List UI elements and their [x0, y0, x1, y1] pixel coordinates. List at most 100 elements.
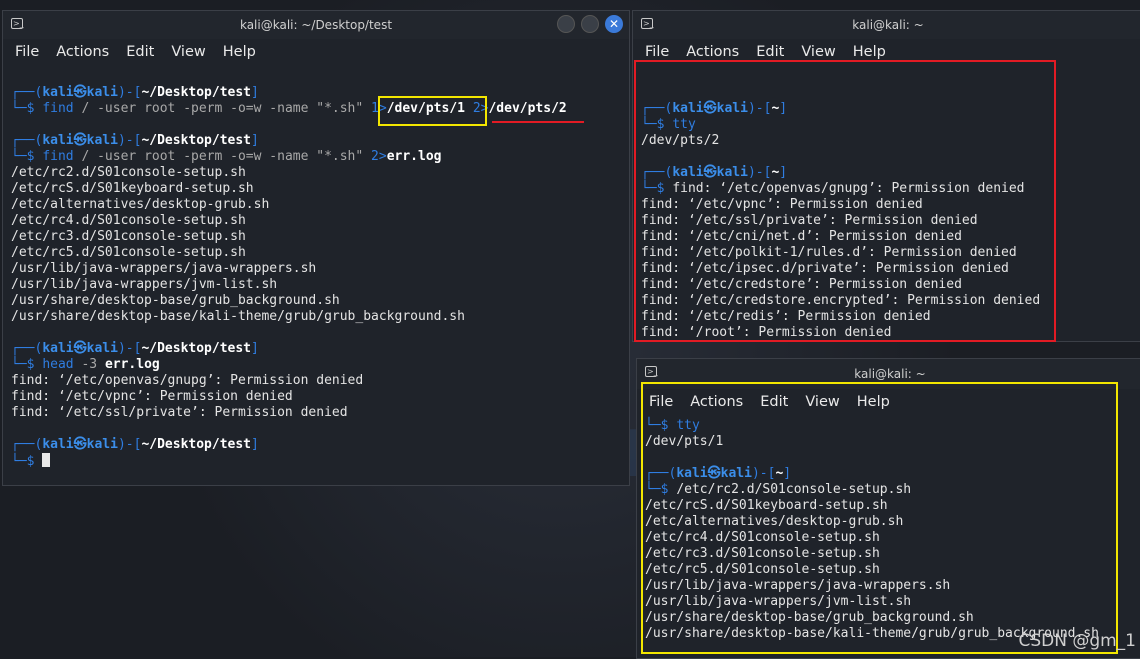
- prompt-corner: └─: [11, 149, 27, 164]
- terminal-line: find: ‘/etc/vpnc’: Permission denied: [11, 389, 625, 405]
- prompt-bracket: ]: [251, 341, 259, 356]
- highlight-box-pts2-window: [634, 60, 1056, 342]
- menu-edit[interactable]: Edit: [756, 44, 784, 60]
- minimize-button[interactable]: [557, 15, 575, 33]
- highlight-box-pts1-window: [641, 382, 1118, 654]
- titlebar[interactable]: >_ kali@kali: ~: [633, 11, 1140, 39]
- redirect-fd: 2>: [371, 149, 387, 164]
- output-line: /etc/rc2.d/S01console-setup.sh: [11, 165, 246, 180]
- terminal-line: /usr/share/desktop-base/kali-theme/grub/…: [11, 309, 625, 325]
- prompt-host: kali: [86, 341, 118, 356]
- prompt-at-icon: ㉿: [73, 133, 87, 148]
- prompt-bracket: )-[: [117, 85, 142, 100]
- redirect-target: /dev/pts/2: [488, 101, 567, 116]
- command: find: [42, 149, 74, 164]
- output-line: find: ‘/etc/openvas/gnupg’: Permission d…: [11, 373, 364, 388]
- menu-file[interactable]: File: [15, 44, 39, 60]
- terminal-line: /etc/rc3.d/S01console-setup.sh: [11, 229, 625, 245]
- output-line: /usr/lib/java-wrappers/jvm-list.sh: [11, 277, 278, 292]
- terminal-line: /etc/rcS.d/S01keyboard-setup.sh: [11, 181, 625, 197]
- menu-help[interactable]: Help: [853, 44, 886, 60]
- terminal-line: /usr/lib/java-wrappers/jvm-list.sh: [11, 277, 625, 293]
- output-line: /etc/rc3.d/S01console-setup.sh: [11, 229, 246, 244]
- terminal-line: find: ‘/etc/ssl/private’: Permission den…: [11, 405, 625, 421]
- prompt-host: kali: [86, 85, 118, 100]
- output-line: /etc/rcS.d/S01keyboard-setup.sh: [11, 181, 254, 196]
- prompt-at-icon: ㉿: [73, 341, 87, 356]
- output-line: /etc/rc4.d/S01console-setup.sh: [11, 213, 246, 228]
- prompt-corner: └─: [11, 101, 27, 116]
- titlebar[interactable]: >_ kali@kali: ~/Desktop/test ✕: [3, 11, 629, 39]
- prompt-user: kali: [42, 133, 74, 148]
- command-arg-file: err.log: [104, 357, 160, 372]
- prompt-corner: └─: [11, 357, 27, 372]
- prompt-bracket: ┌──(: [11, 133, 43, 148]
- terminal-icon: >_: [11, 18, 24, 29]
- prompt-bracket: )-[: [117, 133, 142, 148]
- prompt-dollar: $: [26, 149, 43, 164]
- terminal-line: /etc/rc4.d/S01console-setup.sh: [11, 213, 625, 229]
- menu-actions[interactable]: Actions: [56, 44, 109, 60]
- prompt-cwd: ~/Desktop/test: [141, 133, 252, 148]
- menu-bar: File Actions Edit View Help: [3, 41, 629, 63]
- terminal-line: ┌──(kali㉿kali)-[~/Desktop/test]: [11, 341, 625, 357]
- command: head: [42, 357, 74, 372]
- output-line: find: ‘/etc/vpnc’: Permission denied: [11, 389, 293, 404]
- prompt-bracket: ┌──(: [11, 341, 43, 356]
- terminal-line: ┌──(kali㉿kali)-[~/Desktop/test]: [11, 437, 625, 453]
- output-line: /usr/share/desktop-base/grub_background.…: [11, 293, 340, 308]
- window-title: kali@kali: ~: [852, 18, 924, 32]
- menu-help[interactable]: Help: [223, 44, 256, 60]
- output-line: /etc/alternatives/desktop-grub.sh: [11, 197, 270, 212]
- terminal-output[interactable]: ┌──(kali㉿kali)-[~/Desktop/test] └─$ find …: [11, 85, 625, 469]
- close-button[interactable]: ✕: [605, 15, 623, 33]
- terminal-line: find: ‘/etc/openvas/gnupg’: Permission d…: [11, 373, 625, 389]
- prompt-at-icon: ㉿: [73, 85, 87, 100]
- output-line: /usr/lib/java-wrappers/java-wrappers.sh: [11, 261, 317, 276]
- prompt-dollar: $: [26, 101, 43, 116]
- prompt-cwd: ~/Desktop/test: [141, 437, 252, 452]
- command: find: [42, 101, 74, 116]
- terminal-line: └─$ head -3 err.log: [11, 357, 625, 373]
- terminal-line: /etc/rc2.d/S01console-setup.sh: [11, 165, 625, 181]
- prompt-cwd: ~/Desktop/test: [141, 341, 252, 356]
- prompt-dollar: $: [26, 357, 43, 372]
- prompt-at-icon: ㉿: [73, 437, 87, 452]
- terminal-line: /usr/lib/java-wrappers/java-wrappers.sh: [11, 261, 625, 277]
- terminal-icon: >_: [641, 18, 654, 29]
- maximize-button[interactable]: [581, 15, 599, 33]
- output-line: /usr/share/desktop-base/kali-theme/grub/…: [11, 309, 465, 324]
- menu-actions[interactable]: Actions: [686, 44, 739, 60]
- csdn-watermark: CSDN @gm_1: [1018, 631, 1136, 651]
- prompt-bracket: )-[: [117, 437, 142, 452]
- window-title: kali@kali: ~: [854, 367, 926, 381]
- prompt-bracket: ┌──(: [11, 437, 43, 452]
- redirect-target: err.log: [386, 149, 442, 164]
- prompt-bracket: ┌──(: [11, 85, 43, 100]
- terminal-line: /etc/alternatives/desktop-grub.sh: [11, 197, 625, 213]
- command-args: / -user root -perm -o=w -name "*.sh": [73, 101, 372, 116]
- command-args: -3: [73, 357, 105, 372]
- output-line: /etc/rc5.d/S01console-setup.sh: [11, 245, 246, 260]
- prompt-bracket: ]: [251, 85, 259, 100]
- menu-view[interactable]: View: [171, 44, 205, 60]
- prompt-user: kali: [42, 437, 74, 452]
- menu-file[interactable]: File: [645, 44, 669, 60]
- prompt-corner: └─: [11, 454, 27, 469]
- prompt-host: kali: [86, 133, 118, 148]
- menu-edit[interactable]: Edit: [126, 44, 154, 60]
- prompt-bracket: )-[: [117, 341, 142, 356]
- prompt-cwd: ~/Desktop/test: [141, 85, 252, 100]
- menu-view[interactable]: View: [801, 44, 835, 60]
- text-cursor: [42, 453, 51, 467]
- output-line: find: ‘/etc/ssl/private’: Permission den…: [11, 405, 348, 420]
- prompt-host: kali: [86, 437, 118, 452]
- terminal-window-left[interactable]: >_ kali@kali: ~/Desktop/test ✕ File Acti…: [2, 10, 630, 486]
- terminal-line: ┌──(kali㉿kali)-[~/Desktop/test]: [11, 85, 625, 101]
- prompt-user: kali: [42, 85, 74, 100]
- command-args: / -user root -perm -o=w -name "*.sh": [73, 149, 372, 164]
- prompt-user: kali: [42, 341, 74, 356]
